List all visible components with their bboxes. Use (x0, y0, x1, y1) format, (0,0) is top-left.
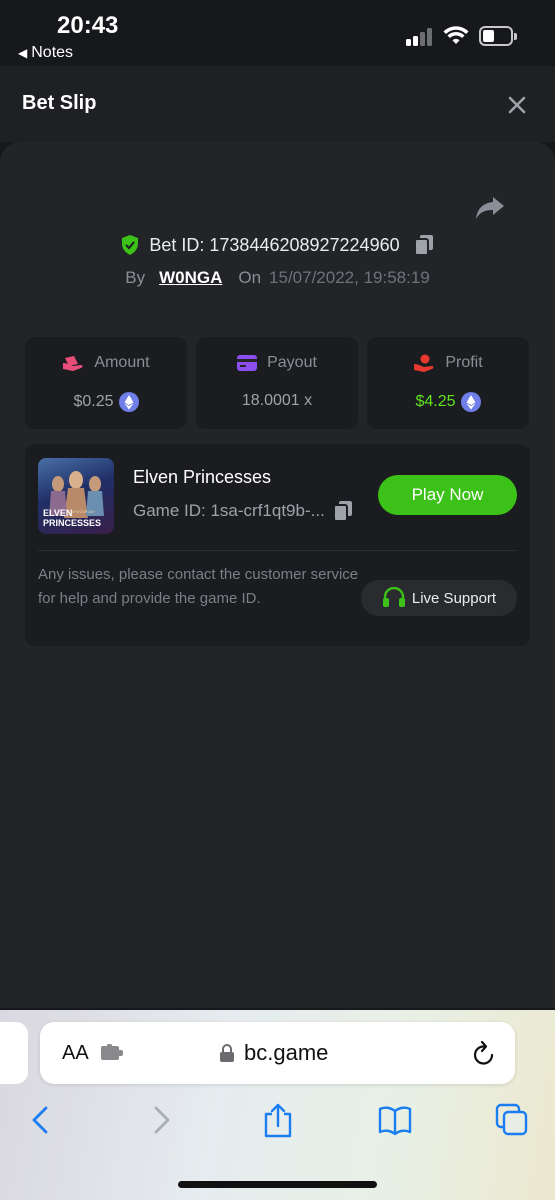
copy-icon[interactable] (332, 500, 353, 522)
shield-check-icon (122, 235, 139, 255)
back-icon[interactable] (24, 1102, 58, 1138)
home-indicator (178, 1181, 377, 1188)
profit-stat: Profit $4.25 (367, 337, 529, 429)
bet-id-text: Bet ID: 1738446208927224960 (149, 234, 400, 255)
thumb-title-line2: PRINCESSES (43, 518, 101, 528)
amount-label: Amount (94, 354, 150, 371)
profit-value: $4.25 (415, 393, 456, 410)
thumb-subtitle: of EVOPLAY (72, 509, 95, 514)
extension-icon[interactable] (101, 1044, 125, 1062)
game-thumbnail[interactable]: ELVEN of EVOPLAY PRINCESSES (38, 458, 114, 534)
reload-icon[interactable] (471, 1040, 497, 1068)
tabs-icon[interactable] (495, 1102, 529, 1138)
status-bar: 20:43 ◀ Notes (0, 0, 555, 66)
close-icon[interactable] (504, 92, 530, 118)
profit-icon (414, 354, 434, 372)
share-safari-icon[interactable] (261, 1102, 295, 1138)
wifi-icon (443, 26, 469, 44)
headset-icon (382, 587, 405, 607)
on-label: On (238, 268, 262, 287)
bet-datetime: 15/07/2022, 19:58:19 (269, 268, 430, 287)
battery-icon (479, 26, 517, 46)
text-size-button[interactable]: AA (62, 1042, 89, 1065)
payout-value: 18.0001 x (241, 392, 313, 409)
back-app-label: Notes (31, 44, 74, 61)
payout-stat: Payout 18.0001 x (196, 337, 358, 429)
back-triangle-icon: ◀ (18, 46, 28, 60)
cellular-signal-icon (406, 26, 434, 46)
url-text: bc.game (244, 1040, 329, 1065)
lock-icon (220, 1044, 234, 1062)
previous-tab-preview[interactable] (0, 1022, 28, 1084)
eth-icon (118, 392, 139, 412)
bet-slip-header: Bet Slip (0, 66, 555, 142)
play-now-button[interactable]: Play Now (378, 475, 517, 515)
live-support-label: Live Support (411, 589, 497, 607)
amount-stat: Amount $0.25 (25, 337, 187, 429)
profit-label: Profit (445, 354, 483, 371)
game-name: Elven Princesses (133, 467, 272, 487)
forward-icon[interactable] (144, 1102, 178, 1138)
by-label: By (125, 268, 146, 287)
back-to-app-link[interactable]: ◀ Notes (18, 44, 73, 62)
bookmarks-icon[interactable] (378, 1102, 412, 1138)
game-id-row: Game ID: 1sa-crf1qt9b-... (133, 500, 353, 522)
text-size-label: AA (62, 1042, 89, 1064)
bet-owner-row: By W0NGA On 15/07/2022, 19:58:19 (0, 265, 555, 291)
amount-icon (63, 356, 83, 371)
share-icon[interactable] (475, 195, 505, 221)
amount-value: $0.25 (73, 393, 114, 410)
payout-card-icon (237, 355, 258, 371)
url-display[interactable]: bc.game (220, 1040, 328, 1066)
username-link[interactable]: W0NGA (159, 268, 222, 288)
copy-icon[interactable] (413, 234, 434, 256)
support-info-text: Any issues, please contact the customer … (38, 566, 359, 607)
status-time: 20:43 (57, 12, 119, 39)
divider (38, 550, 518, 551)
live-support-button[interactable]: Live Support (361, 580, 517, 616)
page-title: Bet Slip (22, 92, 97, 114)
game-id-text: Game ID: 1sa-crf1qt9b-... (133, 501, 325, 520)
bet-id-row: Bet ID: 1738446208927224960 (0, 230, 555, 260)
thumb-title-line1: ELVEN (43, 508, 72, 518)
payout-label: Payout (267, 354, 317, 371)
eth-icon (460, 392, 481, 412)
